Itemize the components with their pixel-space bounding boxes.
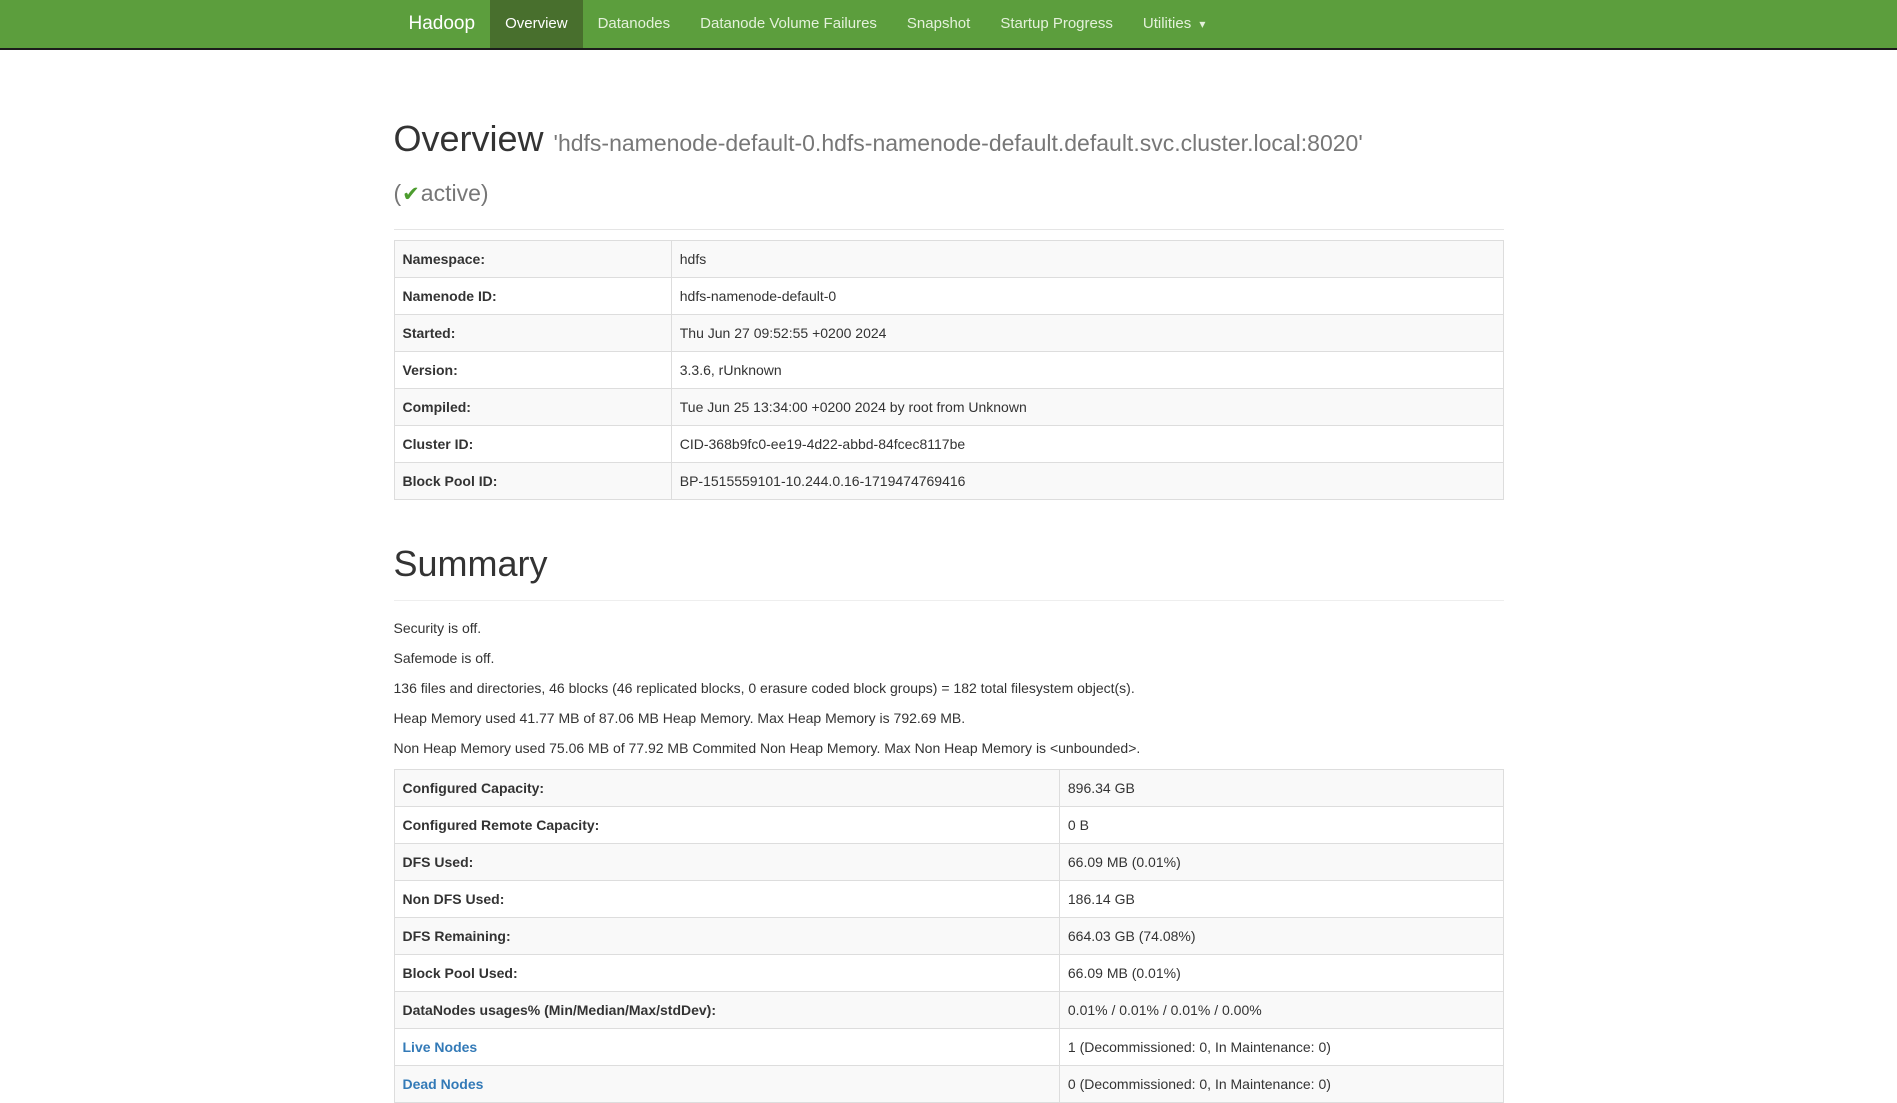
row-value: 0.01% / 0.01% / 0.01% / 0.00%	[1059, 991, 1503, 1028]
row-value: Tue Jun 25 13:34:00 +0200 2024 by root f…	[671, 389, 1503, 426]
row-label: DataNodes usages% (Min/Median/Max/stdDev…	[394, 991, 1059, 1028]
table-row: Live Nodes 1 (Decommissioned: 0, In Main…	[394, 1028, 1503, 1065]
row-label: Namespace:	[394, 241, 671, 278]
filesystem-objects-line: 136 files and directories, 46 blocks (46…	[394, 679, 1504, 699]
row-label: Version:	[394, 352, 671, 389]
nav-item-datanodes[interactable]: Datanodes	[583, 0, 686, 48]
non-heap-memory-line: Non Heap Memory used 75.06 MB of 77.92 M…	[394, 739, 1504, 759]
caret-down-icon: ▾	[1199, 17, 1205, 31]
summary-heading: Summary	[394, 538, 1504, 600]
row-label: Non DFS Used:	[394, 880, 1059, 917]
row-label: Dead Nodes	[394, 1065, 1059, 1102]
row-value: Thu Jun 27 09:52:55 +0200 2024	[671, 315, 1503, 352]
overview-table: Namespace: hdfs Namenode ID: hdfs-nameno…	[394, 240, 1504, 500]
nav-item-startup-progress[interactable]: Startup Progress	[985, 0, 1128, 48]
row-value: 3.3.6, rUnknown	[671, 352, 1503, 389]
table-row: DFS Remaining: 664.03 GB (74.08%)	[394, 917, 1503, 954]
nav-item-snapshot[interactable]: Snapshot	[892, 0, 985, 48]
summary-table: Configured Capacity: 896.34 GB Configure…	[394, 769, 1504, 1103]
row-label: Configured Remote Capacity:	[394, 806, 1059, 843]
summary-text-block: Security is off. Safemode is off. 136 fi…	[394, 619, 1504, 759]
row-label: DFS Remaining:	[394, 917, 1059, 954]
page-title-text: Overview	[394, 118, 544, 159]
row-label: Block Pool ID:	[394, 463, 671, 500]
page-title: Overview 'hdfs-namenode-default-0.hdfs-n…	[394, 114, 1504, 213]
security-status-line: Security is off.	[394, 619, 1504, 639]
row-value: 66.09 MB (0.01%)	[1059, 843, 1503, 880]
table-row: Dead Nodes 0 (Decommissioned: 0, In Main…	[394, 1065, 1503, 1102]
live-nodes-link[interactable]: Live Nodes	[403, 1039, 478, 1055]
row-label: Namenode ID:	[394, 278, 671, 315]
main-nav: Overview Datanodes Datanode Volume Failu…	[490, 0, 1220, 48]
row-value: 0 B	[1059, 806, 1503, 843]
table-row: Started: Thu Jun 27 09:52:55 +0200 2024	[394, 315, 1503, 352]
row-value: 896.34 GB	[1059, 769, 1503, 806]
nav-item-utilities-label: Utilities	[1143, 15, 1191, 32]
row-label: Compiled:	[394, 389, 671, 426]
table-row: DFS Used: 66.09 MB (0.01%)	[394, 843, 1503, 880]
row-value: hdfs	[671, 241, 1503, 278]
check-icon: ✔	[401, 183, 421, 206]
table-row: Version: 3.3.6, rUnknown	[394, 352, 1503, 389]
table-row: Compiled: Tue Jun 25 13:34:00 +0200 2024…	[394, 389, 1503, 426]
main-content: Overview 'hdfs-namenode-default-0.hdfs-n…	[379, 114, 1519, 1103]
row-value: 0 (Decommissioned: 0, In Maintenance: 0)	[1059, 1065, 1503, 1102]
row-label: DFS Used:	[394, 843, 1059, 880]
nav-item-overview[interactable]: Overview	[490, 0, 583, 48]
navbar: Hadoop Overview Datanodes Datanode Volum…	[0, 0, 1897, 50]
table-row: Configured Capacity: 896.34 GB	[394, 769, 1503, 806]
table-row: Block Pool Used: 66.09 MB (0.01%)	[394, 954, 1503, 991]
row-label: Cluster ID:	[394, 426, 671, 463]
nav-item-datanode-volume-failures[interactable]: Datanode Volume Failures	[685, 0, 892, 48]
table-row: Namespace: hdfs	[394, 241, 1503, 278]
title-divider	[394, 229, 1504, 230]
row-value: hdfs-namenode-default-0	[671, 278, 1503, 315]
brand-hadoop[interactable]: Hadoop	[394, 0, 491, 48]
heap-memory-line: Heap Memory used 41.77 MB of 87.06 MB He…	[394, 709, 1504, 729]
row-label: Live Nodes	[394, 1028, 1059, 1065]
table-row: Cluster ID: CID-368b9fc0-ee19-4d22-abbd-…	[394, 426, 1503, 463]
namenode-address: 'hdfs-namenode-default-0.hdfs-namenode-d…	[554, 130, 1363, 156]
navbar-container: Hadoop Overview Datanodes Datanode Volum…	[379, 0, 1519, 48]
row-value: BP-1515559101-10.244.0.16-1719474769416	[671, 463, 1503, 500]
state-close-paren: )	[481, 180, 489, 206]
row-value: 186.14 GB	[1059, 880, 1503, 917]
table-row: Configured Remote Capacity: 0 B	[394, 806, 1503, 843]
row-label: Block Pool Used:	[394, 954, 1059, 991]
row-value: 66.09 MB (0.01%)	[1059, 954, 1503, 991]
table-row: Namenode ID: hdfs-namenode-default-0	[394, 278, 1503, 315]
dead-nodes-link[interactable]: Dead Nodes	[403, 1076, 484, 1092]
nav-item-utilities-dropdown[interactable]: Utilities ▾	[1128, 0, 1221, 48]
row-label: Started:	[394, 315, 671, 352]
row-value: 1 (Decommissioned: 0, In Maintenance: 0)	[1059, 1028, 1503, 1065]
table-row: Block Pool ID: BP-1515559101-10.244.0.16…	[394, 463, 1503, 500]
table-row: Non DFS Used: 186.14 GB	[394, 880, 1503, 917]
row-value: 664.03 GB (74.08%)	[1059, 917, 1503, 954]
safemode-status-line: Safemode is off.	[394, 649, 1504, 669]
row-value: CID-368b9fc0-ee19-4d22-abbd-84fcec8117be	[671, 426, 1503, 463]
state-label: active	[421, 180, 481, 206]
row-label: Configured Capacity:	[394, 769, 1059, 806]
namenode-state: (✔active)	[394, 180, 489, 206]
table-row: DataNodes usages% (Min/Median/Max/stdDev…	[394, 991, 1503, 1028]
